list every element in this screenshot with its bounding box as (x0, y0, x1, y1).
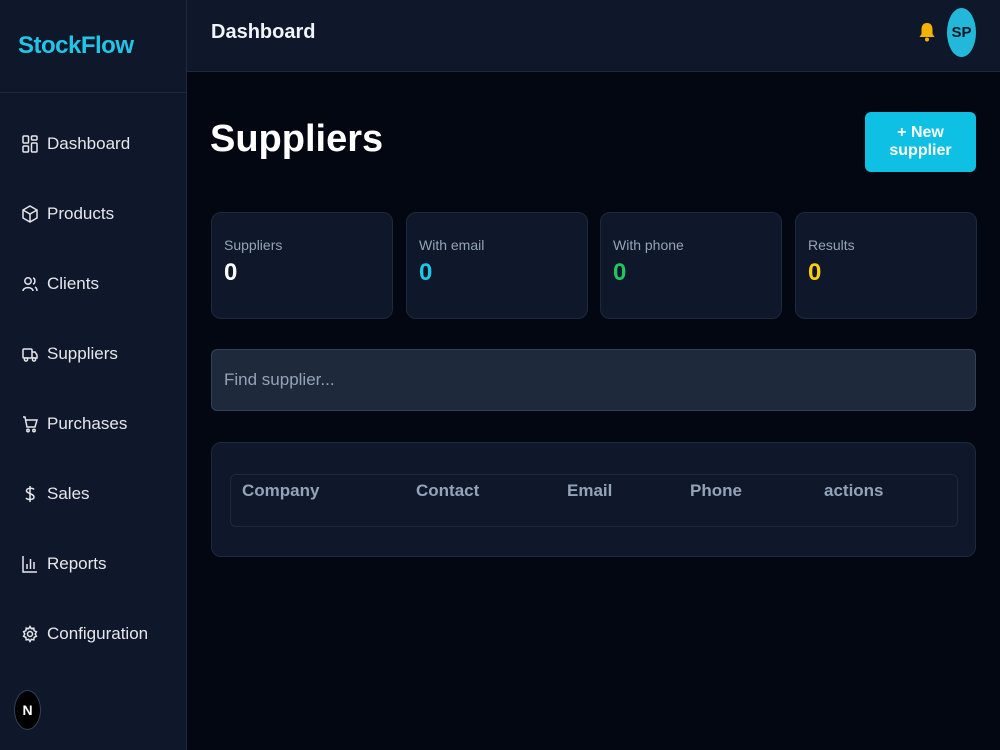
column-header-company[interactable]: Company (242, 481, 319, 501)
dashboard-icon (22, 135, 38, 153)
topbar: Dashboard SP (187, 0, 1000, 72)
stat-value: 0 (224, 259, 238, 286)
sidebar-item-label: Configuration (47, 624, 149, 643)
sidebar-item-suppliers[interactable]: Suppliers (0, 319, 186, 389)
column-header-actions: actions (824, 481, 884, 500)
sidebar-item-reports[interactable]: Reports (0, 529, 186, 599)
sidebar-item-label: Dashboard (47, 134, 131, 153)
users-icon (22, 275, 38, 293)
sidebar: StockFlow Dashboard Products Clients Sup… (0, 0, 187, 750)
stat-card-with-phone: With phone 0 (600, 212, 782, 319)
stat-value: 0 (419, 259, 433, 286)
dollar-icon (22, 485, 38, 503)
sidebar-item-label: Suppliers (47, 344, 118, 363)
sidebar-item-label: Reports (47, 554, 107, 573)
sidebar-item-configuration[interactable]: Configuration (0, 599, 186, 669)
stat-label: Results (808, 237, 855, 253)
sidebar-item-clients[interactable]: Clients (0, 249, 186, 319)
suppliers-table: Company Contact Email Phone actions (230, 474, 958, 527)
topbar-title: Dashboard (211, 21, 316, 43)
truck-icon (22, 345, 38, 363)
stat-label: With phone (613, 237, 684, 253)
package-icon (22, 205, 38, 223)
cart-icon (22, 415, 38, 433)
sidebar-nav: Dashboard Products Clients Suppliers Pur… (0, 109, 186, 669)
bell-icon[interactable] (918, 21, 936, 43)
search-input[interactable] (211, 349, 976, 411)
stat-value: 0 (613, 259, 627, 286)
avatar[interactable]: SP (947, 8, 976, 57)
sidebar-item-purchases[interactable]: Purchases (0, 389, 186, 459)
sidebar-item-dashboard[interactable]: Dashboard (0, 109, 186, 179)
stat-card-results: Results 0 (795, 212, 977, 319)
column-header-email[interactable]: Email (567, 481, 612, 501)
bar-chart-icon (22, 555, 38, 573)
stat-label: Suppliers (224, 237, 283, 253)
n-badge-icon[interactable]: N (14, 690, 41, 730)
column-header-phone[interactable]: Phone (690, 481, 742, 501)
new-supplier-button[interactable]: + New supplier (865, 112, 976, 172)
sidebar-item-label: Products (47, 204, 115, 223)
stat-card-with-email: With email 0 (406, 212, 588, 319)
gear-icon (22, 625, 38, 643)
column-header-contact[interactable]: Contact (416, 481, 479, 501)
stat-card-suppliers: Suppliers 0 (211, 212, 393, 319)
sidebar-item-sales[interactable]: Sales (0, 459, 186, 529)
stat-label: With email (419, 237, 485, 253)
sidebar-item-label: Purchases (47, 414, 128, 433)
sidebar-item-label: Clients (47, 274, 99, 293)
stat-value: 0 (808, 259, 822, 286)
sidebar-item-label: Sales (47, 484, 90, 503)
sidebar-item-products[interactable]: Products (0, 179, 186, 249)
page-title: Suppliers (210, 118, 384, 160)
brand-logo[interactable]: StockFlow (0, 0, 186, 93)
suppliers-table-card: Company Contact Email Phone actions (211, 442, 976, 557)
